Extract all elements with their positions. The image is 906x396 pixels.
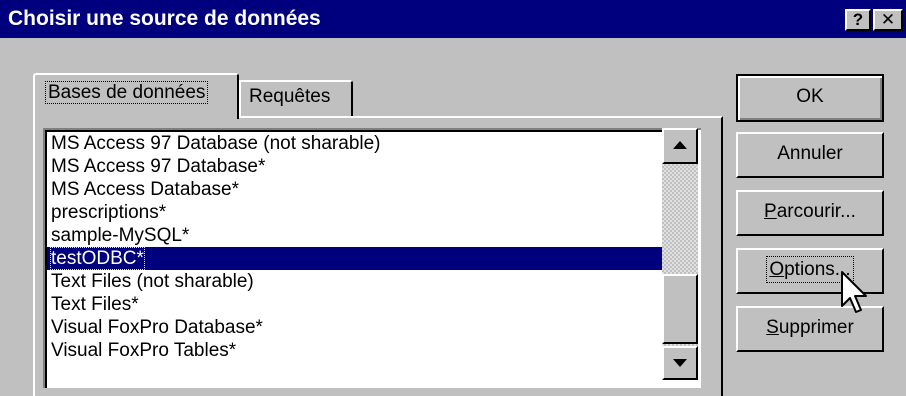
- list-item[interactable]: Text Files (not sharable): [47, 270, 663, 293]
- list-item-label: MS Access 97 Database (not sharable): [51, 133, 381, 154]
- arrow-up-icon: [673, 141, 687, 149]
- data-source-list[interactable]: MS Access 97 Database (not sharable) MS …: [43, 128, 701, 388]
- list-viewport: MS Access 97 Database (not sharable) MS …: [45, 130, 663, 388]
- list-item-label: Visual FoxPro Tables*: [51, 340, 237, 361]
- scroll-thumb[interactable]: [662, 274, 698, 344]
- help-button[interactable]: ?: [845, 9, 871, 31]
- options-label-wrap: Options...: [766, 256, 854, 283]
- cancel-button[interactable]: Annuler: [736, 132, 884, 178]
- list-item-label: Text Files*: [51, 294, 139, 315]
- browse-button[interactable]: Parcourir...: [736, 190, 884, 236]
- tab-label: Requêtes: [249, 86, 331, 107]
- delete-label: upprimer: [778, 317, 854, 338]
- options-accel: O: [769, 259, 785, 280]
- mouse-pointer-icon: [841, 271, 867, 313]
- list-item[interactable]: sample-MySQL*: [47, 224, 663, 247]
- list-item-label: Visual FoxPro Database*: [51, 317, 263, 338]
- list-item-selected[interactable]: testODBC*: [47, 247, 663, 270]
- list-item-label: Text Files (not sharable): [51, 271, 254, 292]
- list-item[interactable]: MS Access Database*: [47, 178, 663, 201]
- list-item[interactable]: prescriptions*: [47, 201, 663, 224]
- list-item[interactable]: MS Access 97 Database*: [47, 155, 663, 178]
- list-item[interactable]: MS Access 97 Database (not sharable): [47, 132, 663, 155]
- list-item-label: MS Access 97 Database*: [51, 156, 266, 177]
- tab-bases-de-donnees[interactable]: Bases de données: [33, 73, 239, 119]
- vertical-scrollbar[interactable]: [662, 128, 698, 380]
- window-title: Choisir une source de données: [8, 7, 321, 30]
- title-bar: Choisir une source de données ? ✕: [0, 0, 906, 38]
- tab-requetes[interactable]: Requêtes: [239, 80, 353, 116]
- close-icon: ✕: [880, 10, 896, 29]
- list-item-label: prescriptions*: [51, 202, 167, 223]
- browse-label: arcourir...: [776, 201, 856, 222]
- arrow-down-icon: [673, 359, 687, 367]
- scroll-up-button[interactable]: [662, 128, 698, 164]
- ok-button[interactable]: OK: [736, 74, 884, 122]
- list-item[interactable]: Text Files*: [47, 293, 663, 316]
- list-item-label: MS Access Database*: [51, 179, 239, 200]
- close-button[interactable]: ✕: [873, 9, 903, 31]
- list-item[interactable]: Visual FoxPro Database*: [47, 316, 663, 339]
- list-item-label: sample-MySQL*: [51, 225, 190, 246]
- tab-label: Bases de données: [45, 81, 209, 104]
- delete-accel: S: [766, 317, 779, 338]
- list-item-label: testODBC*: [50, 247, 145, 270]
- scroll-down-button[interactable]: [662, 346, 698, 380]
- list-item[interactable]: Visual FoxPro Tables*: [47, 339, 663, 362]
- browse-accel: P: [764, 201, 777, 222]
